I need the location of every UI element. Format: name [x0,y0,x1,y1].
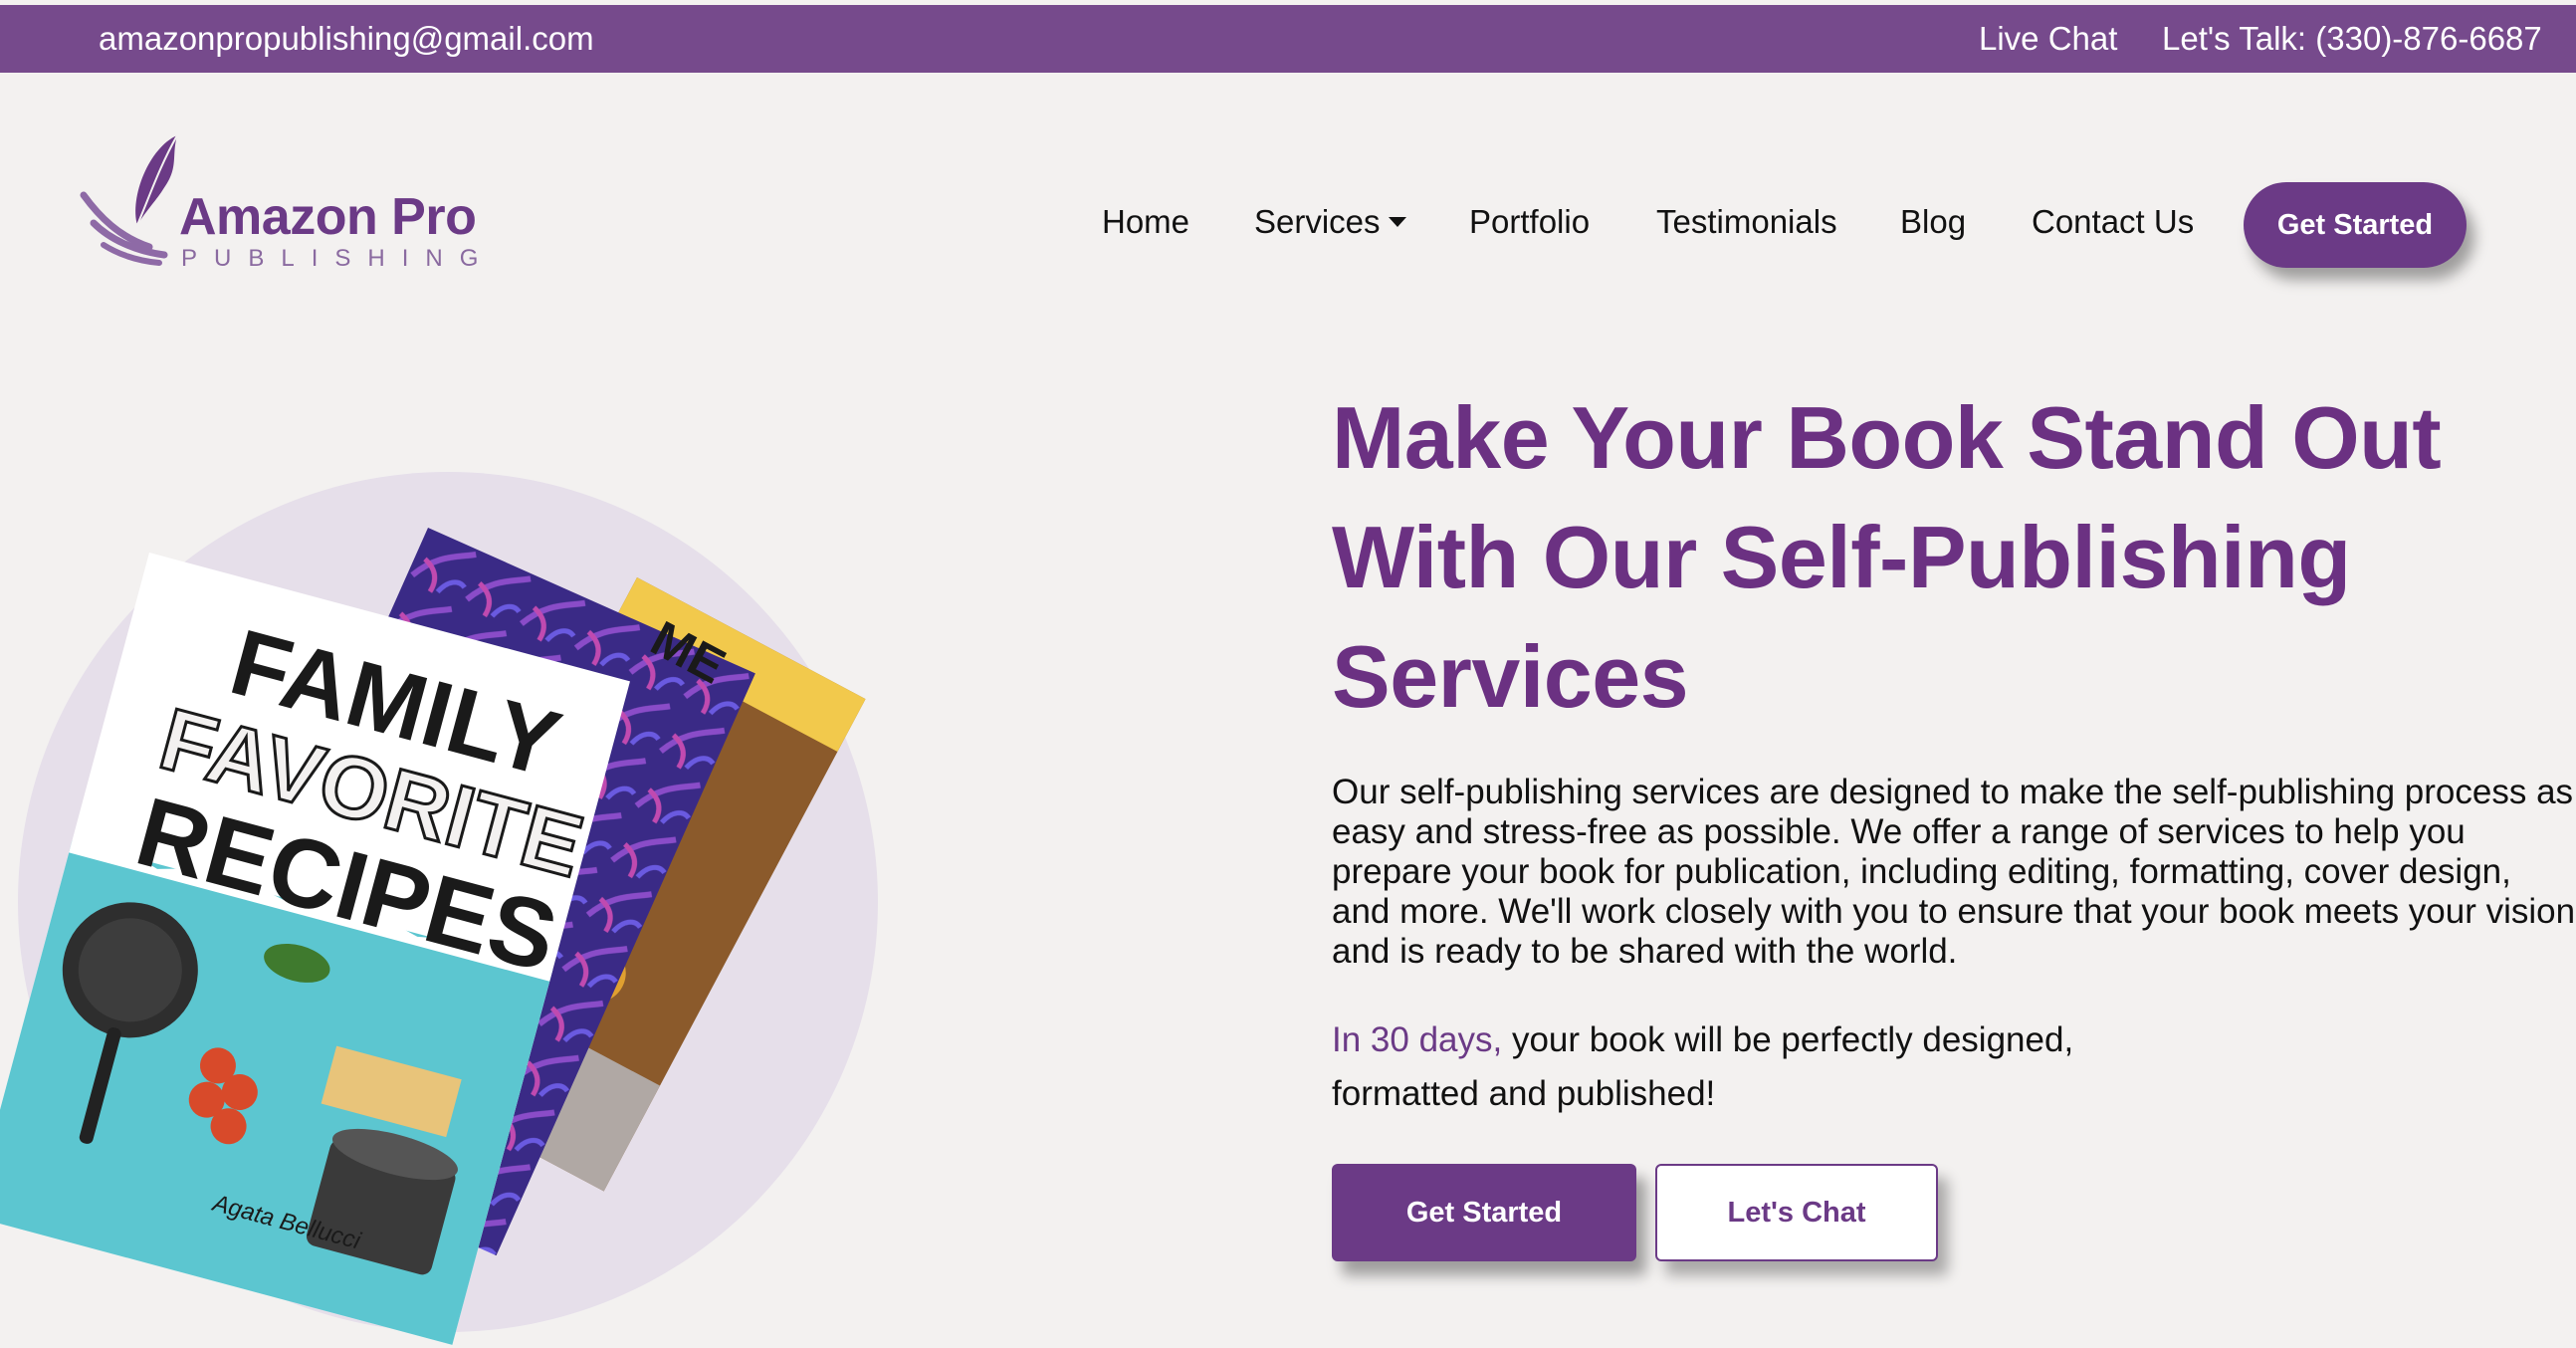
nav-get-started-button[interactable]: Get Started [2244,182,2467,268]
site-logo[interactable]: Amazon Pro PUBLISHING [80,127,498,277]
live-chat-link[interactable]: Live Chat [1979,20,2117,58]
nav-item-portfolio[interactable]: Portfolio [1469,203,1590,241]
logo-subtitle: PUBLISHING [181,245,496,272]
top-contact-bar: amazonpropublishing@gmail.com Live Chat … [0,5,2576,73]
tagline-accent: In 30 days, [1332,1020,1503,1059]
nav-item-services-label: Services [1254,203,1381,240]
logo-brand-text: Amazon Pro [179,188,477,246]
nav-item-services[interactable]: Services [1254,203,1406,241]
hero-paragraph: Our self-publishing services are designe… [1332,773,2576,971]
email-link[interactable]: amazonpropublishing@gmail.com [99,20,594,58]
nav-item-contact[interactable]: Contact Us [2032,203,2194,241]
hero-lets-chat-button[interactable]: Let's Chat [1655,1164,1938,1261]
nav-item-blog[interactable]: Blog [1900,203,1966,241]
hero-get-started-button[interactable]: Get Started [1332,1164,1636,1261]
hero-headline: Make Your Book Stand Out With Our Self-P… [1332,388,2442,726]
caret-down-icon [1388,217,1406,227]
hero-book-illustration: FAMILY FAVORITE RECIPES Agata Bellucci M… [0,458,936,1348]
phone-link[interactable]: Let's Talk: (330)-876-6687 [2162,20,2542,58]
nav-item-testimonials[interactable]: Testimonials [1656,203,1837,241]
nav-item-home[interactable]: Home [1102,203,1189,241]
feather-quill-icon [80,134,178,266]
hero-tagline: In 30 days, your book will be perfectly … [1332,1013,2228,1121]
